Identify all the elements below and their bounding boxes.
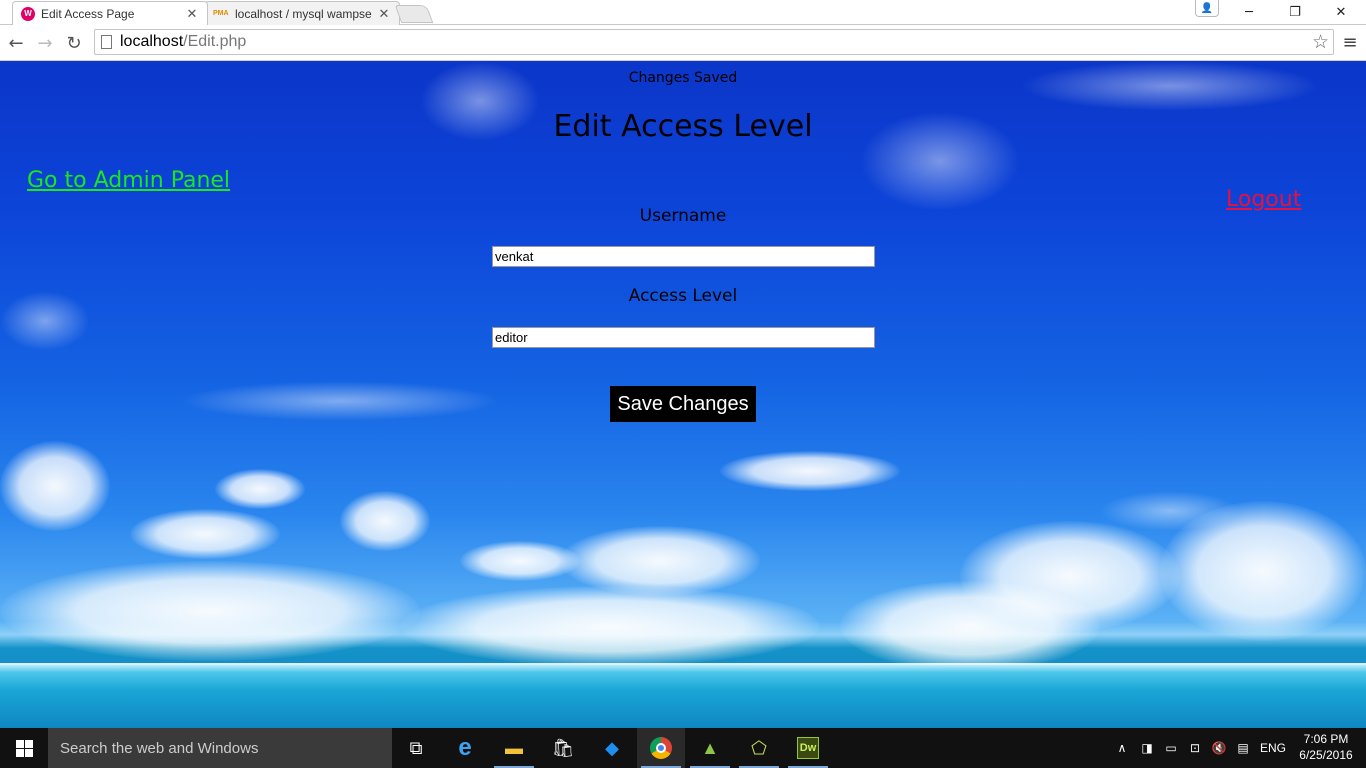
tab-edit-access-page[interactable]: W Edit Access Page ✕ <box>12 1 208 25</box>
sea <box>0 665 1366 728</box>
wamp-icon: W <box>21 6 35 21</box>
taskbar-search-box[interactable]: Search the web and Windows <box>48 728 392 768</box>
clock-date: 6/25/2016 <box>1299 748 1353 762</box>
access-level-field[interactable] <box>492 327 875 348</box>
browser-tabstrip: W Edit Access Page ✕ PMA localhost / mys… <box>0 0 1366 25</box>
cloud <box>215 469 305 509</box>
phpmyadmin-icon: PMA <box>213 9 229 17</box>
action-center-icon[interactable]: ▤ <box>1232 728 1254 768</box>
access-level-label: Access Level <box>628 286 738 306</box>
status-message: Changes Saved <box>628 70 738 86</box>
cloud <box>400 586 820 666</box>
url-host: localhost <box>120 33 184 50</box>
dreamweaver-label: Dw <box>797 737 819 759</box>
close-tab-icon[interactable]: ✕ <box>185 6 199 22</box>
android-studio-icon[interactable]: ▲ <box>686 728 734 768</box>
username-field[interactable] <box>492 246 875 267</box>
chrome-icon[interactable] <box>637 728 685 768</box>
browser-toolbar: ← → ↻ localhost/Edit.php ☆ ≡ <box>0 25 1366 61</box>
battery-icon[interactable]: ▭ <box>1160 728 1182 768</box>
windows-taskbar: Search the web and Windows ⧉ e ▬ 🛍 ◆ ▲ ⬠… <box>0 728 1366 768</box>
clock-time: 7:06 PM <box>1303 732 1349 746</box>
close-window-button[interactable]: ✕ <box>1318 0 1364 25</box>
task-view-icon[interactable]: ⧉ <box>392 728 440 768</box>
bookmark-star-icon[interactable]: ☆ <box>1312 31 1329 54</box>
page-icon <box>101 35 112 49</box>
minimize-button[interactable]: ─ <box>1226 0 1272 25</box>
cloud-wisp <box>180 381 500 421</box>
cloud <box>0 441 110 531</box>
url-path: /Edit.php <box>183 33 247 50</box>
start-button[interactable] <box>0 728 48 768</box>
back-arrow-icon[interactable]: ← <box>4 31 28 55</box>
phpstorm-icon[interactable]: ⬠ <box>735 728 783 768</box>
forward-arrow-icon[interactable]: → <box>33 31 57 55</box>
cloud <box>0 561 420 661</box>
input-language[interactable]: ENG <box>1258 728 1288 768</box>
close-tab-icon[interactable]: ✕ <box>377 6 391 22</box>
file-explorer-icon[interactable]: ▬ <box>490 728 538 768</box>
tab-phpmyadmin[interactable]: PMA localhost / mysql wampse ✕ <box>204 1 400 25</box>
store-icon[interactable]: 🛍 <box>539 728 587 768</box>
profile-icon[interactable]: 👤 <box>1195 0 1219 17</box>
tab-title: Edit Access Page <box>41 6 135 21</box>
dropbox-tray-icon[interactable]: ◨ <box>1136 728 1158 768</box>
save-changes-button[interactable]: Save Changes <box>610 386 756 422</box>
show-hidden-icons-icon[interactable]: ∧ <box>1112 728 1132 768</box>
windows-logo-icon <box>15 739 33 757</box>
page-title: Edit Access Level <box>553 109 813 144</box>
dropbox-icon[interactable]: ◆ <box>588 728 636 768</box>
cloud <box>130 509 280 559</box>
edge-icon[interactable]: e <box>441 728 489 768</box>
cloud <box>1160 501 1366 641</box>
new-tab-button[interactable] <box>394 5 434 23</box>
cloud <box>840 581 1100 671</box>
volume-muted-icon[interactable]: 🔇 <box>1208 728 1230 768</box>
page-viewport: Changes Saved Edit Access Level Go to Ad… <box>0 61 1366 728</box>
restore-button[interactable]: ❐ <box>1272 0 1318 25</box>
chrome-menu-icon[interactable]: ≡ <box>1338 29 1362 55</box>
taskbar-clock[interactable]: 7:06 PM 6/25/2016 <box>1296 731 1356 763</box>
reload-icon[interactable]: ↻ <box>62 31 86 55</box>
admin-panel-link[interactable]: Go to Admin Panel <box>27 168 230 193</box>
dreamweaver-icon[interactable]: Dw <box>784 728 832 768</box>
username-label: Username <box>639 206 727 226</box>
cloud <box>720 451 900 491</box>
address-bar[interactable]: localhost/Edit.php ☆ <box>94 29 1334 55</box>
cloud <box>340 491 430 551</box>
tab-title: localhost / mysql wampse <box>235 6 372 21</box>
network-icon[interactable]: ⊡ <box>1184 728 1206 768</box>
cloud-wisp <box>1020 61 1320 111</box>
